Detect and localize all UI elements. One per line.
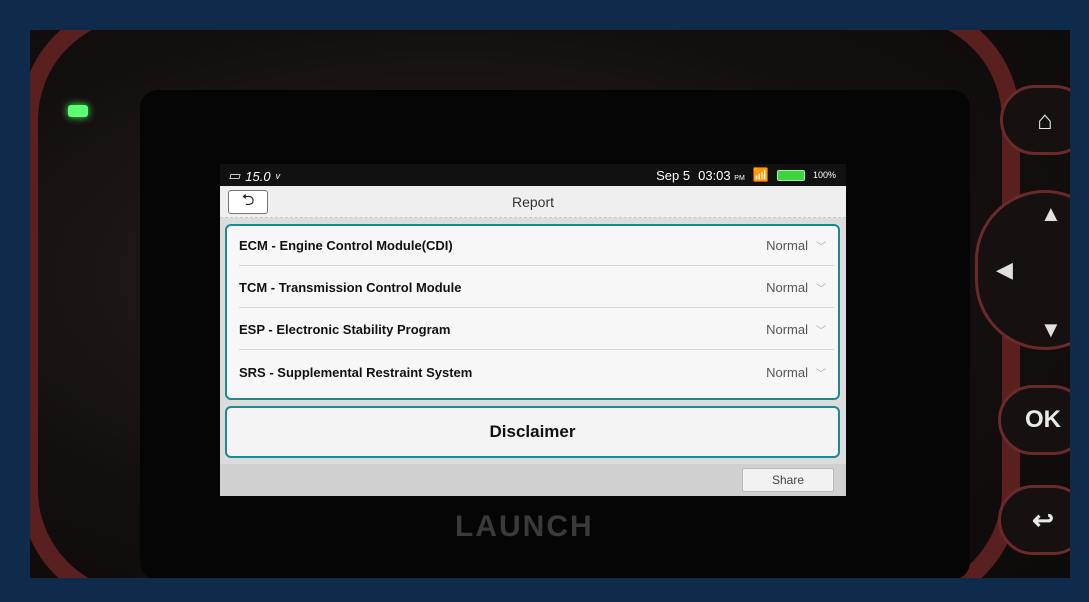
ampm-text: PM: [734, 174, 745, 182]
hardware-back-button[interactable]: ↩: [998, 485, 1070, 555]
disclaimer-button[interactable]: Disclaimer: [225, 406, 840, 458]
share-button[interactable]: Share: [742, 468, 834, 492]
status-right: Sep 5 03:03 PM 📶 100%: [656, 167, 836, 183]
wifi-icon: 📶: [752, 167, 769, 182]
date-text: Sep 5: [656, 167, 691, 183]
system-status: Normal ﹀: [766, 280, 826, 295]
system-label: ECM - Engine Control Module(CDI): [239, 238, 453, 253]
list-item[interactable]: ECM - Engine Control Module(CDI) Normal ﹀: [239, 226, 834, 266]
power-led-indicator: [68, 105, 88, 117]
hardware-ok-button[interactable]: OK: [998, 385, 1070, 455]
system-status: Normal ﹀: [766, 364, 826, 380]
system-label: ESP - Electronic Stability Program: [239, 322, 451, 337]
chevron-down-icon: ﹀: [816, 368, 826, 380]
battery-icon: [776, 169, 805, 181]
chevron-down-icon: ﹀: [816, 326, 826, 337]
device-screen: ▭ 15.0 v Sep 5 03:03 PM 📶 100% ⮌ Report: [220, 164, 846, 496]
voltage-unit: v: [275, 171, 281, 181]
list-item[interactable]: ESP - Electronic Stability Program Norma…: [239, 310, 834, 350]
report-list: ECM - Engine Control Module(CDI) Normal ﹀…: [225, 224, 840, 400]
chevron-down-icon: ﹀: [816, 284, 826, 295]
system-status: Normal ﹀: [766, 238, 826, 253]
chevron-down-icon: ﹀: [816, 242, 826, 253]
hardware-home-button[interactable]: ⌂: [1000, 85, 1070, 155]
list-item[interactable]: SRS - Supplemental Restraint System Norm…: [239, 352, 834, 392]
time-text: 03:03 PM: [698, 167, 745, 183]
bottom-bar: Share: [220, 464, 846, 496]
device-photo: LAUNCH ⌂ ▲ ◀ ▼ OK ↩ ▭ 15.0 v Sep 5 03:03…: [30, 30, 1070, 578]
car-battery-icon: ▭: [228, 168, 241, 183]
status-bar: ▭ 15.0 v Sep 5 03:03 PM 📶 100%: [220, 164, 846, 186]
page-title: Report: [511, 194, 555, 210]
dpad-left-icon[interactable]: ◀: [996, 257, 1013, 283]
dpad-up-icon[interactable]: ▲: [1040, 201, 1062, 227]
system-label: TCM - Transmission Control Module: [239, 280, 462, 295]
voltage-value: 15.0: [245, 168, 271, 184]
dpad-down-icon[interactable]: ▼: [1040, 317, 1062, 343]
home-icon: ⌂: [1037, 104, 1053, 135]
title-bar: ⮌ Report: [220, 186, 846, 218]
battery-percent: 100%: [812, 170, 836, 180]
return-icon: ↩: [1032, 504, 1054, 535]
system-status: Normal ﹀: [766, 322, 826, 337]
status-left: ▭ 15.0 v: [228, 168, 280, 184]
list-item[interactable]: TCM - Transmission Control Module Normal…: [239, 268, 834, 308]
ok-label: OK: [1025, 406, 1061, 433]
brand-logo: LAUNCH: [455, 510, 594, 543]
system-label: SRS - Supplemental Restraint System: [239, 364, 473, 380]
